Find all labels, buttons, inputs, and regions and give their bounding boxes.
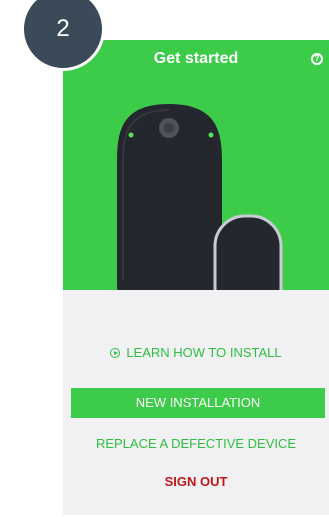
sensor-device xyxy=(213,214,283,290)
device-illustration xyxy=(117,104,283,290)
learn-how-to-install-label: LEARN HOW TO INSTALL xyxy=(126,345,282,360)
page-title: Get started xyxy=(153,50,239,67)
app-screen: Get started ? LEARN HOW TO INSTALL NEW I… xyxy=(63,40,329,515)
help-icon[interactable]: ? xyxy=(311,53,323,65)
hero-section: Get started ? xyxy=(63,40,329,290)
new-installation-button[interactable]: NEW INSTALLATION xyxy=(71,388,325,418)
status-led-icon xyxy=(128,132,134,138)
play-circle-icon xyxy=(110,348,121,358)
replace-defective-device-link[interactable]: REPLACE A DEFECTIVE DEVICE xyxy=(63,436,329,451)
status-led-icon xyxy=(208,132,214,138)
sign-out-link[interactable]: SIGN OUT xyxy=(63,474,329,489)
learn-how-to-install-link[interactable]: LEARN HOW TO INSTALL xyxy=(63,345,329,360)
screenshot-stage: Get started ? LEARN HOW TO INSTALL NEW I… xyxy=(0,0,329,517)
